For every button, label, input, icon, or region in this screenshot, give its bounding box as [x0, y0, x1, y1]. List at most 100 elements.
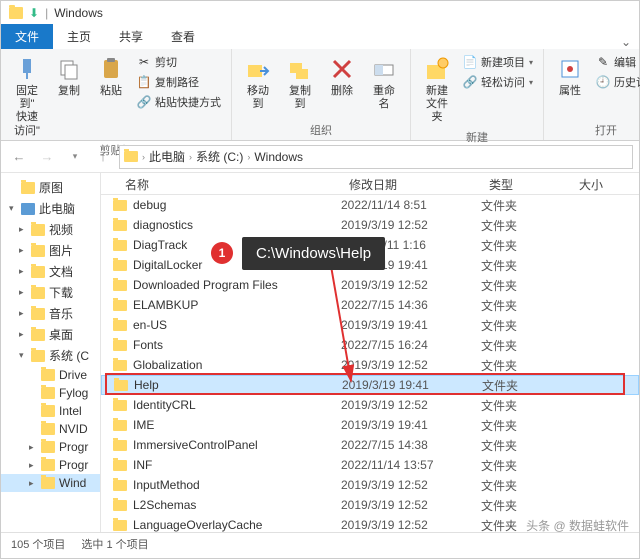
tree-label: 图片 [49, 242, 73, 259]
file-row[interactable]: IME2019/3/19 19:41文件夹 [101, 415, 639, 435]
chevron-icon[interactable]: › [189, 152, 192, 162]
tree-node[interactable]: ▸Wind [1, 474, 100, 492]
nav-recent-button[interactable]: ▾ [63, 145, 87, 169]
newfolder-button[interactable]: 新建 文件夹 [419, 53, 455, 127]
breadcrumb-item[interactable]: 此电脑 [149, 148, 185, 165]
nav-up-button[interactable]: ↑ [91, 145, 115, 169]
file-row[interactable]: INF2022/11/14 13:57文件夹 [101, 455, 639, 475]
tab-view[interactable]: 查看 [157, 24, 209, 49]
file-row[interactable]: Globalization2019/3/19 12:52文件夹 [101, 355, 639, 375]
file-row[interactable]: L2Schemas2019/3/19 12:52文件夹 [101, 495, 639, 515]
expand-icon[interactable]: ▸ [29, 460, 37, 471]
col-date[interactable]: 修改日期 [341, 173, 481, 194]
file-row[interactable]: Fonts2022/7/15 16:24文件夹 [101, 335, 639, 355]
file-row[interactable]: IdentityCRL2019/3/19 12:52文件夹 [101, 395, 639, 415]
expand-icon[interactable]: ▸ [19, 287, 27, 298]
tree-node[interactable]: ▸ Progr [1, 456, 100, 474]
copypath-button[interactable]: 📋复制路径 [135, 73, 223, 91]
ribbon-group-clipboard: 固定到" 快速访问" 复制 粘贴 ✂剪切 📋复制路径 🔗粘贴快捷方式 剪贴板 [1, 49, 232, 140]
newitem-button[interactable]: 📄新建项目▾ [461, 53, 535, 71]
pasteshortcut-button[interactable]: 🔗粘贴快捷方式 [135, 93, 223, 111]
tab-home[interactable]: 主页 [53, 24, 105, 49]
expand-icon[interactable]: ▸ [19, 266, 27, 277]
expand-icon[interactable]: ▾ [19, 350, 27, 361]
tree-node[interactable]: ▾此电脑 [1, 198, 100, 219]
file-row[interactable]: ImmersiveControlPanel2022/7/15 14:38文件夹 [101, 435, 639, 455]
file-row[interactable]: ELAMBKUP2022/7/15 14:36文件夹 [101, 295, 639, 315]
expand-icon[interactable]: ▸ [19, 308, 27, 319]
file-date: 2019/3/19 12:52 [341, 218, 481, 232]
delete-button[interactable]: 删除 [324, 53, 360, 100]
tab-file[interactable]: 文件 [1, 24, 53, 49]
breadcrumb-item[interactable]: 系统 (C:) [196, 148, 243, 165]
file-type: 文件夹 [481, 297, 571, 314]
expand-icon[interactable]: ▸ [29, 442, 37, 453]
copyto-button[interactable]: 复制到 [282, 53, 318, 113]
tree-node[interactable]: ▸桌面 [1, 324, 100, 345]
file-row[interactable]: InputMethod2019/3/19 12:52文件夹 [101, 475, 639, 495]
pin-quickaccess-button[interactable]: 固定到" 快速访问" [9, 53, 45, 140]
tree-node[interactable]: Drive [1, 366, 100, 384]
window-title: Windows [54, 6, 103, 20]
folder-icon [113, 440, 127, 451]
file-row[interactable]: en-US2019/3/19 19:41文件夹 [101, 315, 639, 335]
tree-node[interactable]: ▸视频 [1, 219, 100, 240]
file-name: IME [133, 418, 154, 432]
file-date: 2022/7/15 16:24 [341, 338, 481, 352]
expand-icon[interactable]: ▸ [19, 245, 27, 256]
ribbon: 固定到" 快速访问" 复制 粘贴 ✂剪切 📋复制路径 🔗粘贴快捷方式 剪贴板 移… [1, 49, 639, 141]
tree-node[interactable]: ▸Progr [1, 438, 100, 456]
tree-node[interactable]: 原图 [1, 177, 100, 198]
rename-button[interactable]: 重命名 [366, 53, 402, 113]
edit-button[interactable]: ✎编辑 [594, 53, 640, 71]
file-type: 文件夹 [481, 397, 571, 414]
file-name: LanguageOverlayCache [133, 518, 262, 532]
tree-node[interactable]: NVID [1, 420, 100, 438]
column-headers: 名称 修改日期 类型 大小 [101, 173, 639, 195]
folder-icon [124, 151, 138, 162]
tree-node[interactable]: ▸ 图片 [1, 240, 100, 261]
expand-icon[interactable]: ▸ [29, 478, 37, 489]
paste-button[interactable]: 粘贴 [93, 53, 129, 100]
expand-icon[interactable]: ▸ [19, 329, 27, 340]
history-icon: 🕘 [596, 75, 610, 89]
moveto-button[interactable]: 移动到 [240, 53, 276, 113]
tree-label: Progr [59, 458, 88, 472]
file-row[interactable]: debug2022/11/14 8:51文件夹 [101, 195, 639, 215]
tree-node[interactable]: Fylog [1, 384, 100, 402]
file-date: 2019/3/19 12:52 [341, 358, 481, 372]
scissors-icon: ✂ [137, 55, 151, 69]
col-type[interactable]: 类型 [481, 173, 571, 194]
tree-node[interactable]: ▾系统 (C [1, 345, 100, 366]
tree-node[interactable]: ▸音乐 [1, 303, 100, 324]
file-name: ImmersiveControlPanel [133, 438, 258, 452]
file-row[interactable]: diagnostics2019/3/19 12:52文件夹 [101, 215, 639, 235]
tree-node[interactable]: ▸下载 [1, 282, 100, 303]
properties-button[interactable]: 属性 [552, 53, 588, 100]
breadcrumb-box[interactable]: › 此电脑 › 系统 (C:) › Windows [119, 145, 633, 169]
tab-share[interactable]: 共享 [105, 24, 157, 49]
ribbon-collapse-icon[interactable]: ⌄ [613, 35, 639, 49]
nav-tree[interactable]: 原图▾此电脑▸视频▸图片▸文档▸下载▸音乐▸桌面▾系统 (CDriveFylog… [1, 173, 101, 532]
file-type: 文件夹 [481, 217, 571, 234]
chevron-icon[interactable]: › [247, 152, 250, 162]
copy-button[interactable]: 复制 [51, 53, 87, 100]
col-size[interactable]: 大小 [571, 173, 639, 194]
cut-button[interactable]: ✂剪切 [135, 53, 223, 71]
nav-back-button[interactable]: ← [7, 145, 31, 169]
easyaccess-button[interactable]: 🔗轻松访问▾ [461, 73, 535, 91]
expand-icon[interactable]: ▾ [9, 203, 17, 214]
chevron-icon[interactable]: › [142, 152, 145, 162]
tree-node[interactable]: Intel [1, 402, 100, 420]
tree-node[interactable]: ▸文档 [1, 261, 100, 282]
tree-label: Fylog [59, 386, 88, 400]
titlebar: ⬇ | Windows [1, 1, 639, 25]
history-button[interactable]: 🕘历史记录 [594, 73, 640, 91]
file-row[interactable]: Downloaded Program Files2019/3/19 12:52文… [101, 275, 639, 295]
file-row[interactable]: Help2019/3/19 19:41文件夹 [101, 375, 639, 395]
file-type: 文件夹 [481, 357, 571, 374]
expand-icon[interactable]: ▸ [19, 224, 27, 235]
breadcrumb-item[interactable]: Windows [254, 150, 303, 164]
col-name[interactable]: 名称 [101, 173, 341, 194]
nav-forward-button[interactable]: → [35, 145, 59, 169]
